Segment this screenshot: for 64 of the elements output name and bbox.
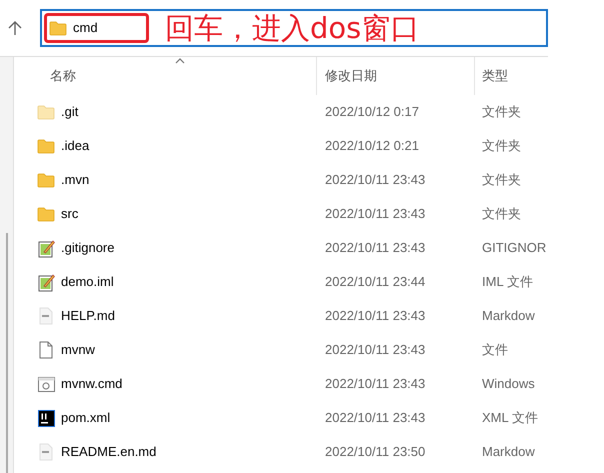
- modified-date: 2022/10/11 23:43: [324, 409, 426, 428]
- modified-date: 2022/10/11 23:43: [324, 375, 426, 394]
- modified-date: 2022/10/12 0:17: [324, 103, 420, 122]
- file-row[interactable]: .idea 2022/10/12 0:21 文件夹: [14, 129, 548, 163]
- file-type: 文件: [481, 341, 508, 360]
- file-type: GITIGNOR: [481, 239, 546, 258]
- file-type: 文件夹: [481, 103, 521, 122]
- file-name: pom.xml: [61, 409, 110, 428]
- file-row[interactable]: demo.iml 2022/10/11 23:44 IML 文件: [14, 265, 548, 299]
- file-row[interactable]: pom.xml 2022/10/11 23:43 XML 文件: [14, 401, 548, 435]
- file-name: src: [61, 205, 78, 224]
- notepad-icon: [38, 238, 54, 258]
- modified-date: 2022/10/11 23:43: [324, 341, 426, 360]
- modified-date: 2022/10/11 23:44: [324, 273, 426, 292]
- folder-icon: [37, 104, 55, 120]
- file-type: 文件夹: [481, 205, 521, 224]
- file-row[interactable]: .git 2022/10/12 0:17 文件夹: [14, 95, 548, 129]
- file-row[interactable]: .gitignore 2022/10/11 23:43 GITIGNOR: [14, 231, 548, 265]
- file-name: .gitignore: [61, 239, 114, 258]
- modified-date: 2022/10/12 0:21: [324, 137, 420, 156]
- file-type: IML 文件: [481, 273, 533, 292]
- modified-date: 2022/10/11 23:43: [324, 205, 426, 224]
- file-type: Markdow: [481, 307, 535, 326]
- file-row[interactable]: mvnw 2022/10/11 23:43 文件: [14, 333, 548, 367]
- document-icon: [39, 443, 53, 461]
- up-arrow-icon[interactable]: [8, 20, 22, 36]
- modified-date: 2022/10/11 23:50: [324, 443, 426, 462]
- modified-date: 2022/10/11 23:43: [324, 239, 426, 258]
- address-field[interactable]: cmd 回车，进入dos窗口: [40, 9, 548, 47]
- file-row[interactable]: HELP.md 2022/10/11 23:43 Markdow: [14, 299, 548, 333]
- document-icon: [39, 307, 53, 325]
- file-name: HELP.md: [61, 307, 115, 326]
- folder-icon: [37, 138, 55, 154]
- intellij-icon: [38, 410, 54, 426]
- file-name: .idea: [61, 137, 90, 156]
- column-header[interactable]: 名称: [14, 57, 316, 95]
- sort-caret-icon: [175, 58, 185, 64]
- file-name: README.en.md: [61, 443, 156, 462]
- modified-date: 2022/10/11 23:43: [324, 307, 426, 326]
- file-name: demo.iml: [61, 273, 114, 292]
- file-type: Windows: [481, 375, 535, 394]
- script-file-icon: [38, 376, 54, 392]
- file-name: .mvn: [61, 171, 90, 190]
- notepad-icon: [38, 272, 54, 292]
- modified-date: 2022/10/11 23:43: [324, 171, 426, 190]
- file-row[interactable]: src 2022/10/11 23:43 文件夹: [14, 197, 548, 231]
- address-text: cmd: [73, 19, 98, 38]
- file-name: mvnw: [61, 341, 95, 360]
- file-row[interactable]: mvnw.cmd 2022/10/11 23:43 Windows: [14, 367, 548, 401]
- file-type: 文件夹: [481, 171, 521, 190]
- blank-file-icon: [39, 341, 53, 359]
- file-row[interactable]: .mvn 2022/10/11 23:43 文件夹: [14, 163, 548, 197]
- column-header[interactable]: 修改日期: [316, 57, 474, 95]
- file-type: XML 文件: [481, 409, 538, 428]
- folder-icon: [49, 20, 67, 36]
- file-name: mvnw.cmd: [61, 375, 122, 394]
- column-header[interactable]: 类型: [474, 57, 548, 95]
- file-name: .git: [61, 103, 78, 122]
- annotation-text: 回车，进入dos窗口: [165, 14, 420, 42]
- file-row[interactable]: README.en.md 2022/10/11 23:50 Markdow: [14, 435, 548, 469]
- file-type: 文件夹: [481, 137, 521, 156]
- folder-icon: [37, 206, 55, 222]
- file-type: Markdow: [481, 443, 535, 462]
- folder-icon: [37, 172, 55, 188]
